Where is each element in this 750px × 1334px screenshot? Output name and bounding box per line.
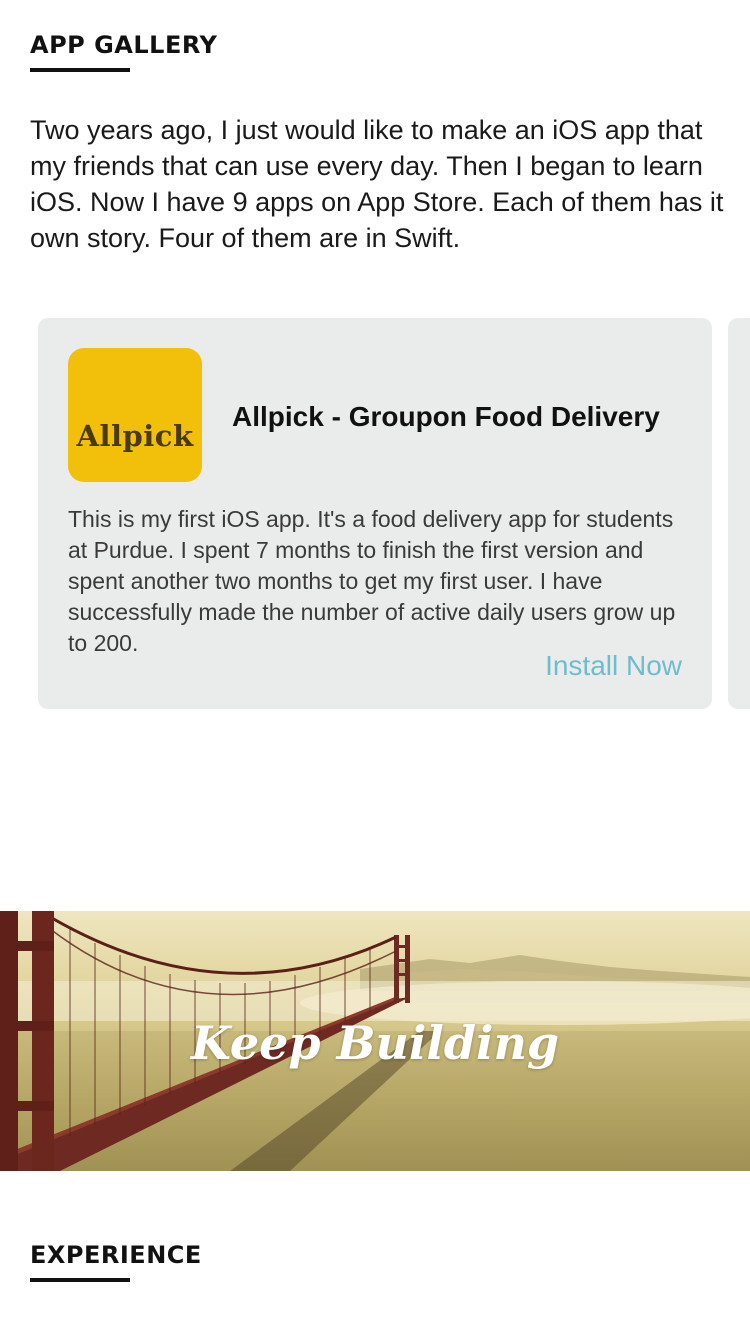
install-now-link[interactable]: Install Now: [545, 649, 682, 683]
allpick-app-icon: Allpick: [68, 348, 202, 482]
app-carousel[interactable]: Allpick Allpick - Groupon Food Delivery …: [0, 318, 750, 710]
app-gallery-intro: Two years ago, I just would like to make…: [30, 115, 724, 253]
app-description: This is my first iOS app. It's a food de…: [68, 506, 676, 656]
app-name: Allpick - Groupon Food Delivery: [232, 401, 660, 432]
keep-building-banner: Keep Building: [0, 911, 750, 1171]
app-card-allpick: Allpick Allpick - Groupon Food Delivery …: [38, 318, 712, 709]
allpick-icon-wordmark: Allpick: [76, 419, 194, 453]
keep-building-text: Keep Building: [190, 1016, 560, 1070]
app-card-next-peek[interactable]: [728, 318, 750, 709]
app-gallery-heading-underline: [30, 68, 130, 72]
experience-heading: EXPERIENCE: [30, 1241, 202, 1269]
app-gallery-heading: APP GALLERY: [30, 31, 218, 59]
experience-heading-underline: [30, 1278, 130, 1282]
